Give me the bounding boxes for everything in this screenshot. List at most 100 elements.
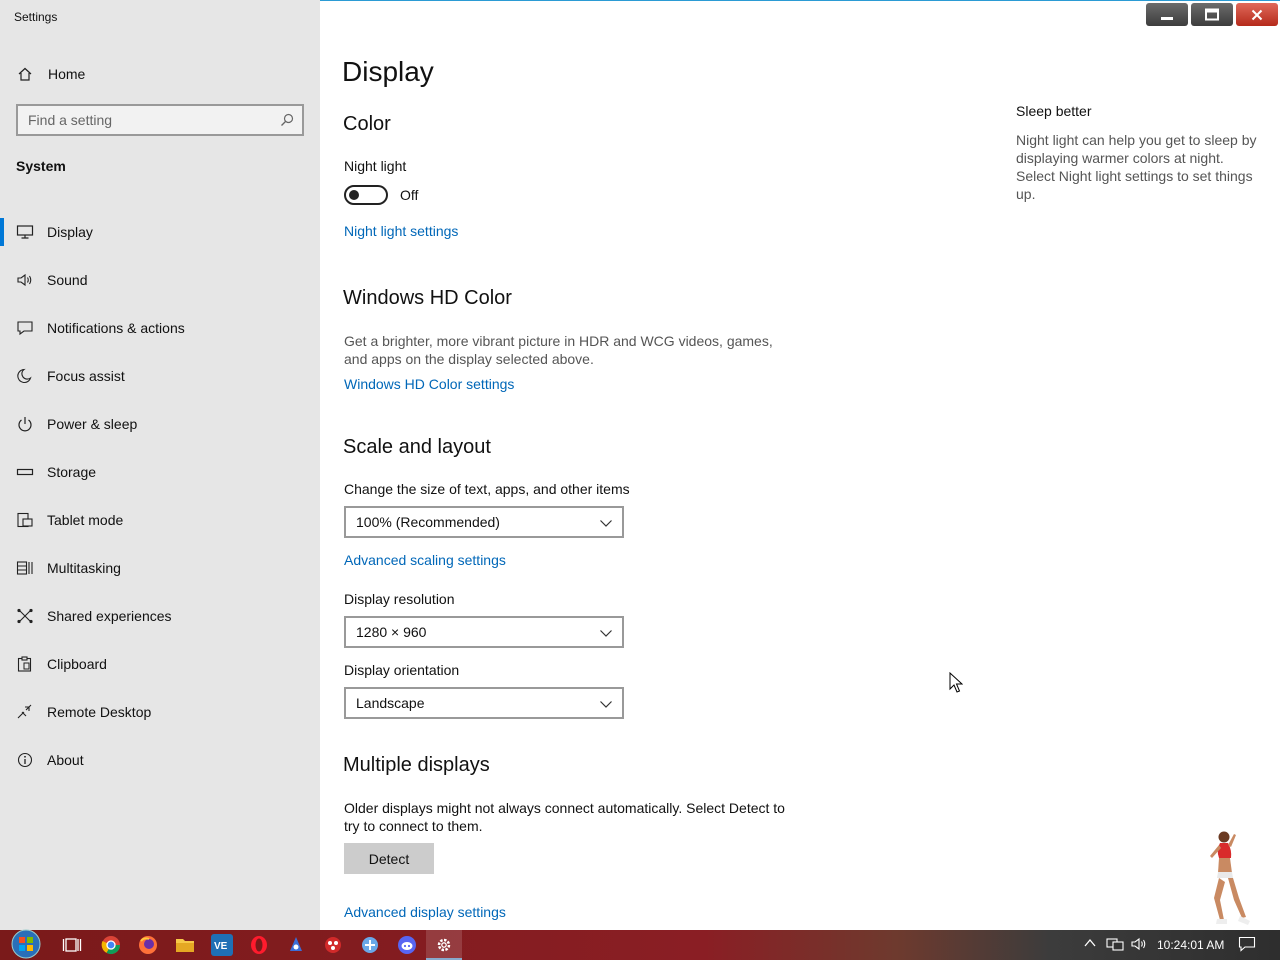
home-label: Home <box>48 66 86 82</box>
maximize-icon <box>1205 8 1219 20</box>
chevron-down-icon <box>599 626 613 640</box>
opera-icon[interactable] <box>248 934 270 956</box>
page-title: Display <box>342 56 434 87</box>
volume-icon[interactable] <box>1130 936 1148 952</box>
sidebar-item-sound[interactable]: Sound <box>0 256 320 304</box>
sidebar-item-display[interactable]: Display <box>0 208 320 256</box>
sidebar-item-remote-desktop[interactable]: Remote Desktop <box>0 688 320 736</box>
shared-icon <box>16 607 34 625</box>
sidebar-item-power-sleep[interactable]: Power & sleep <box>0 400 320 448</box>
remote-desktop-icon <box>16 703 34 721</box>
toggle-switch[interactable] <box>344 185 388 205</box>
section-label-system: System <box>16 158 66 174</box>
speaker-icon <box>16 271 34 289</box>
night-light-label: Night light <box>344 158 407 174</box>
maximize-button[interactable] <box>1191 3 1233 26</box>
multitasking-icon <box>16 559 34 577</box>
hdr-heading: Windows HD Color <box>343 287 512 309</box>
sidebar-item-notifications[interactable]: Notifications & actions <box>0 304 320 352</box>
network-icon[interactable] <box>1106 936 1124 952</box>
sidebar-item-label: Remote Desktop <box>47 704 152 720</box>
color-heading: Color <box>343 113 391 135</box>
app-icon[interactable] <box>285 934 307 956</box>
sidebar-item-label: Tablet mode <box>47 512 124 528</box>
sidebar-item-label: Power & sleep <box>47 416 138 432</box>
action-center-icon[interactable] <box>1238 936 1256 952</box>
vs-code-icon[interactable]: VE <box>211 934 233 956</box>
detect-button[interactable]: Detect <box>344 843 434 874</box>
home-nav-item[interactable]: Home <box>16 63 85 85</box>
start-orb[interactable] <box>6 928 44 960</box>
toggle-state: Off <box>400 187 419 203</box>
power-icon <box>16 415 34 433</box>
close-button[interactable] <box>1236 3 1278 26</box>
search-input[interactable] <box>28 112 268 128</box>
file-explorer-icon[interactable] <box>174 934 196 956</box>
hd-color-settings-link[interactable]: Windows HD Color settings <box>344 376 514 392</box>
sidebar-item-focus-assist[interactable]: Focus assist <box>0 352 320 400</box>
resolution-label: Display resolution <box>344 591 455 607</box>
chevron-down-icon <box>599 697 613 711</box>
firefox-icon[interactable] <box>137 934 159 956</box>
sidebar-item-storage[interactable]: Storage <box>0 448 320 496</box>
chrome-icon[interactable] <box>100 934 122 956</box>
orientation-dropdown[interactable]: Landscape <box>344 687 624 719</box>
settings-icon[interactable] <box>433 934 455 956</box>
orientation-label: Display orientation <box>344 662 460 678</box>
window-title: Settings <box>14 10 58 24</box>
clock[interactable]: 10:24:01 AM <box>1157 938 1224 952</box>
sidebar-item-label: About <box>47 752 84 768</box>
sidebar-item-about[interactable]: About <box>0 736 320 784</box>
sidebar-item-shared-experiences[interactable]: Shared experiences <box>0 592 320 640</box>
search-icon[interactable] <box>280 113 294 127</box>
app-icon[interactable] <box>322 934 344 956</box>
scale-heading: Scale and layout <box>343 436 491 458</box>
resolution-dropdown[interactable]: 1280 × 960 <box>344 616 624 648</box>
sleep-better-heading: Sleep better <box>1016 103 1092 119</box>
sidebar-item-tablet-mode[interactable]: Tablet mode <box>0 496 320 544</box>
minimize-button[interactable] <box>1146 3 1188 26</box>
notification-icon <box>16 319 34 337</box>
scale-dropdown[interactable]: 100% (Recommended) <box>344 506 624 538</box>
sidebar-item-label: Shared experiences <box>47 608 172 624</box>
close-icon <box>1251 9 1263 20</box>
discord-icon[interactable] <box>396 934 418 956</box>
sidebar-item-label: Storage <box>47 464 97 480</box>
advanced-scaling-link[interactable]: Advanced scaling settings <box>344 552 506 568</box>
tray-overflow-icon[interactable] <box>1083 936 1097 950</box>
sidebar-item-multitasking[interactable]: Multitasking <box>0 544 320 592</box>
advanced-display-settings-link[interactable]: Advanced display settings <box>344 904 506 920</box>
sidebar-item-label: Focus assist <box>47 368 125 384</box>
multiple-displays-description: Older displays might not always connect … <box>344 800 785 834</box>
sidebar-item-label: Display <box>47 224 93 240</box>
dropdown-value: 1280 × 960 <box>356 624 427 640</box>
dropdown-value: Landscape <box>356 695 425 711</box>
size-label: Change the size of text, apps, and other… <box>344 481 630 497</box>
main-content: Display Color Night light Off Night ligh… <box>320 0 1280 930</box>
multiple-displays-heading: Multiple displays <box>343 754 490 776</box>
search-box[interactable] <box>16 104 304 136</box>
sidebar-item-label: Sound <box>47 272 88 288</box>
mouse-cursor-icon <box>949 672 963 693</box>
sleep-better-text: Night light can help you get to sleep by… <box>1016 132 1257 202</box>
clipboard-icon <box>16 655 34 673</box>
home-icon <box>16 65 34 83</box>
sidebar-item-label: Multitasking <box>47 560 121 576</box>
chevron-down-icon <box>599 516 613 530</box>
app-icon[interactable] <box>359 934 381 956</box>
sidebar: Settings Home System Display Sound <box>0 0 320 930</box>
dancer-figure-icon <box>1210 831 1250 925</box>
task-view-icon[interactable] <box>61 934 83 956</box>
tablet-icon <box>16 511 34 529</box>
sidebar-item-label: Clipboard <box>47 656 107 672</box>
night-light-settings-link[interactable]: Night light settings <box>344 223 458 239</box>
sidebar-item-clipboard[interactable]: Clipboard <box>0 640 320 688</box>
sidebar-nav: Display Sound Notifications & actions Fo… <box>0 208 320 784</box>
svg-text:VE: VE <box>214 941 228 952</box>
moon-icon <box>16 367 34 385</box>
hdr-description: Get a brighter, more vibrant picture in … <box>344 333 773 367</box>
monitor-icon <box>16 223 34 241</box>
storage-icon <box>16 463 34 481</box>
info-icon <box>16 751 34 769</box>
night-light-toggle[interactable]: Off <box>344 185 418 205</box>
